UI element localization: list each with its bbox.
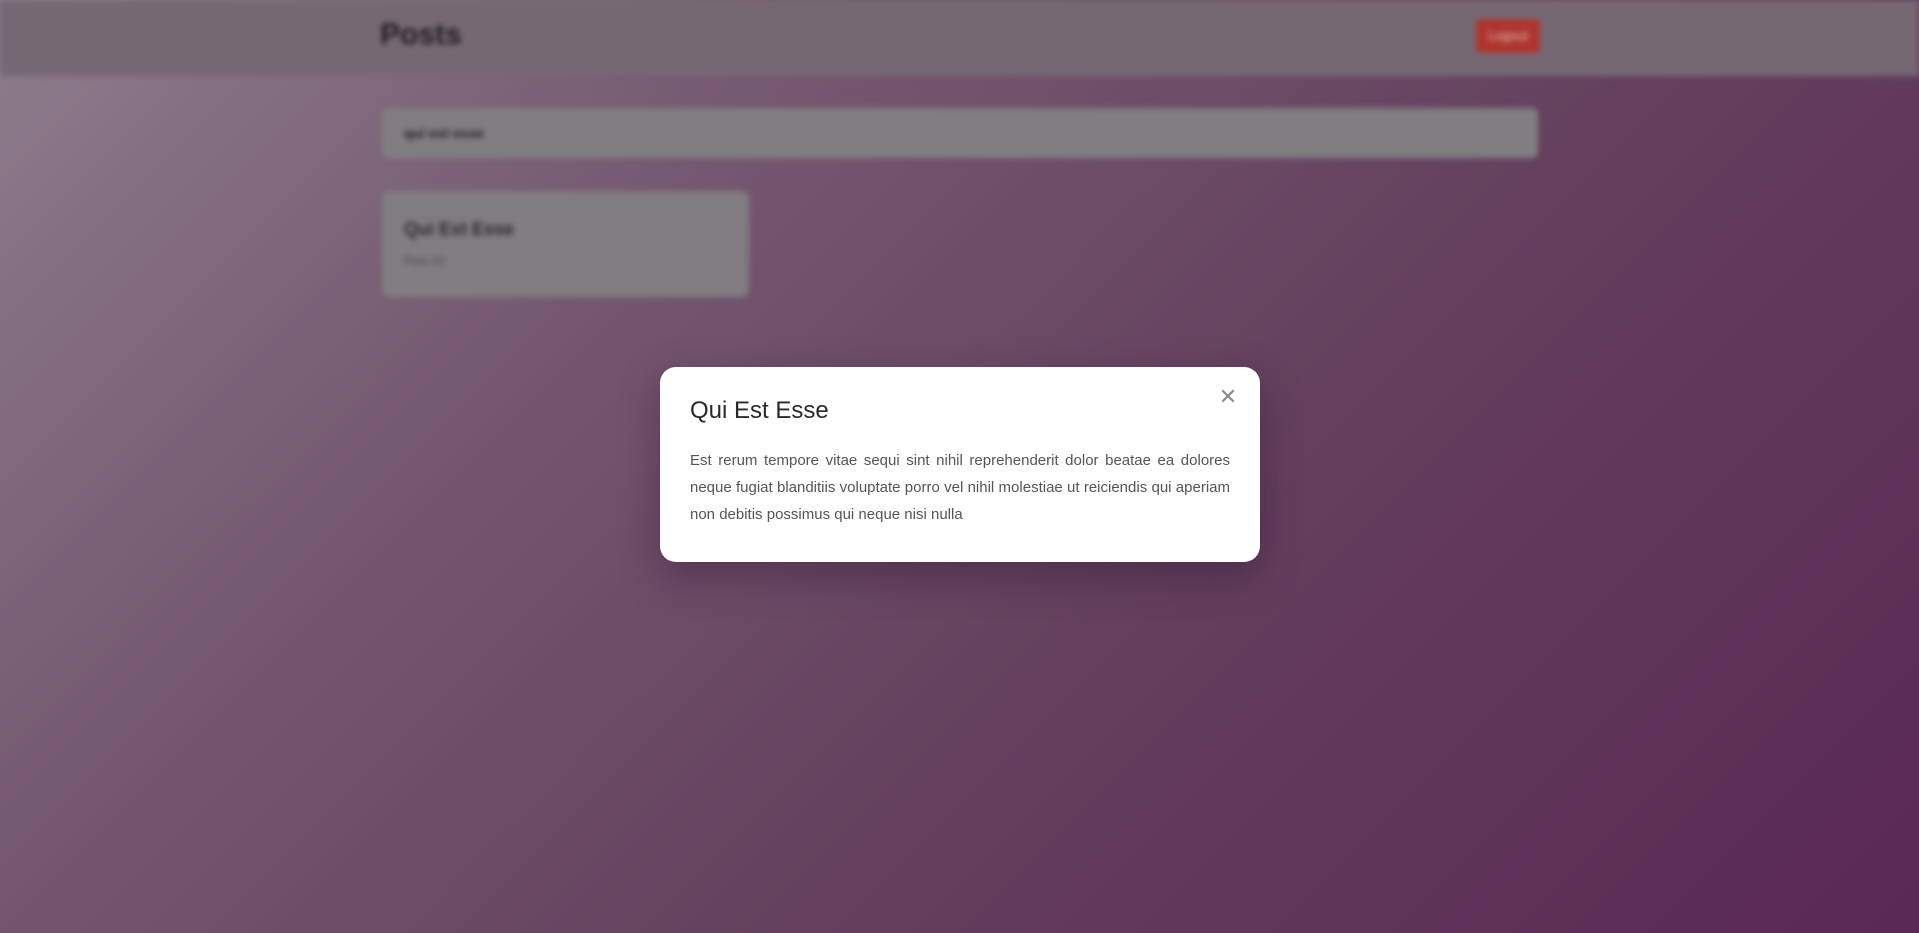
post-detail-modal: ✕ Qui Est Esse Est rerum tempore vitae s… (660, 367, 1260, 562)
close-icon[interactable]: ✕ (1216, 385, 1240, 409)
modal-body-text: Est rerum tempore vitae sequi sint nihil… (690, 452, 1230, 523)
modal-title: Qui Est Esse (690, 397, 829, 424)
